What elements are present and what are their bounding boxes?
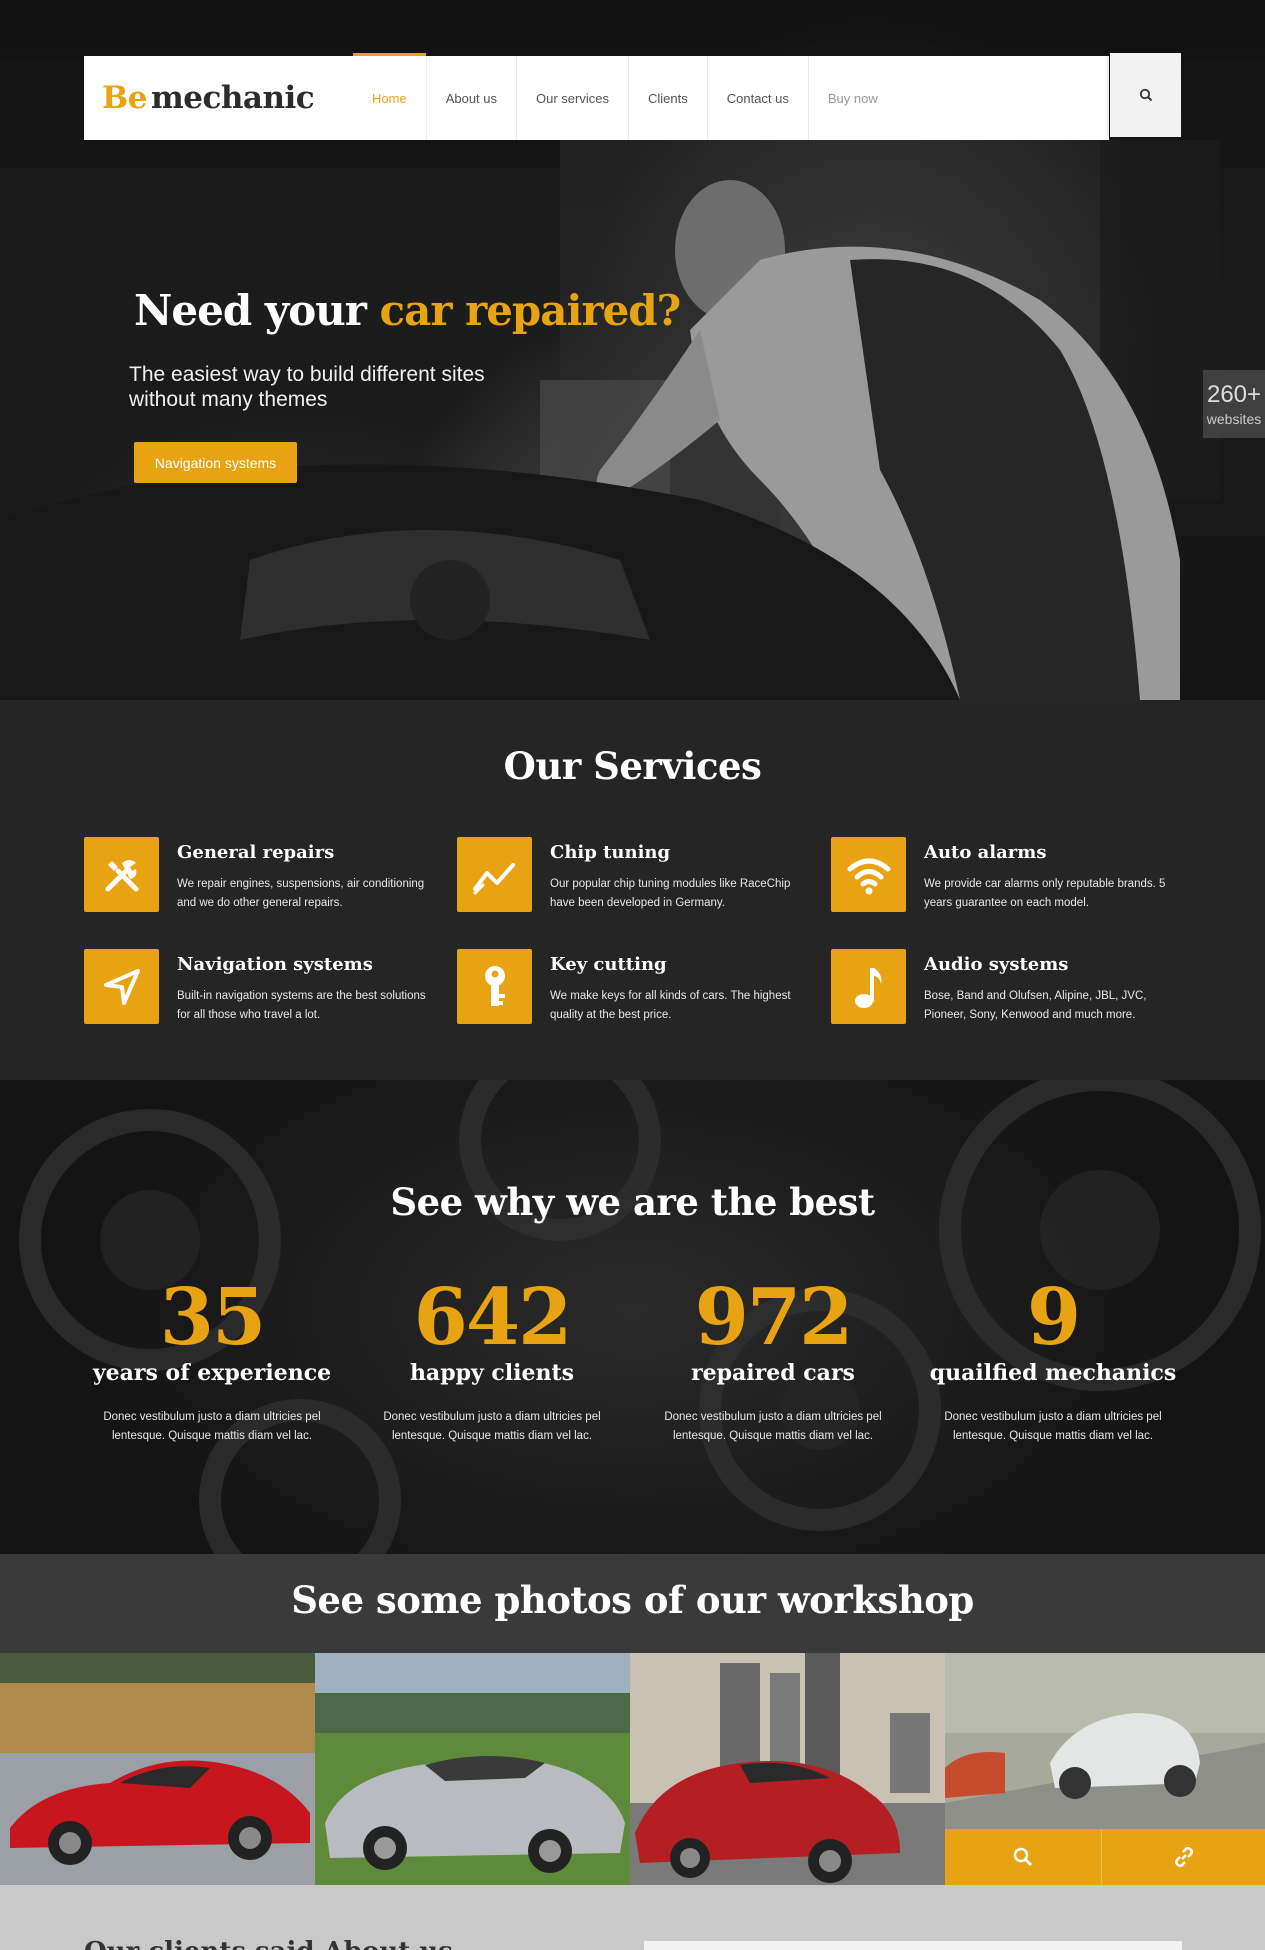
nav-item-about[interactable]: About us bbox=[427, 56, 518, 140]
logo-be: Be bbox=[102, 80, 147, 116]
nav-item-contact[interactable]: Contact us bbox=[708, 56, 809, 140]
stat-label: years of experience bbox=[92, 1360, 332, 1386]
service-desc: Bose, Band and Olufsen, Alipine, JBL, JV… bbox=[924, 990, 1147, 1021]
search-icon bbox=[1013, 1847, 1033, 1867]
stat-cars: 972 repaired cars Donec vestibulum justo… bbox=[633, 1276, 913, 1446]
nav-item-buy-now[interactable]: Buy now bbox=[809, 56, 897, 140]
navigation-arrow-icon bbox=[84, 949, 159, 1024]
stat-desc: Donec vestibulum justo a diam ultricies … bbox=[944, 1411, 1162, 1442]
service-title: Chip tuning bbox=[550, 842, 671, 863]
stat-desc: Donec vestibulum justo a diam ultricies … bbox=[383, 1411, 601, 1442]
service-title: Auto alarms bbox=[924, 842, 1047, 863]
site-logo[interactable]: Be mechanic bbox=[102, 56, 315, 140]
zoom-button[interactable] bbox=[945, 1829, 1102, 1885]
stat-number: 642 bbox=[413, 1272, 573, 1363]
service-desc: We repair engines, suspensions, air cond… bbox=[177, 878, 425, 909]
service-desc: We provide car alarms only reputable bra… bbox=[924, 878, 1166, 909]
photos-section: See some photos of our workshop bbox=[0, 1554, 1265, 1885]
hero-section: Be mechanic Home About us Our services C… bbox=[0, 0, 1265, 700]
hero-title: Need your car repaired? bbox=[134, 286, 682, 335]
stat-label: happy clients bbox=[409, 1360, 575, 1386]
photo-red-sports-car[interactable] bbox=[0, 1653, 315, 1885]
search-icon bbox=[1139, 88, 1152, 102]
service-auto-alarms: Auto alarms We provide car alarms only r… bbox=[831, 837, 1191, 913]
stat-desc: Donec vestibulum justo a diam ultricies … bbox=[664, 1411, 882, 1442]
stat-number: 35 bbox=[159, 1272, 267, 1363]
logo-mechanic: mechanic bbox=[150, 80, 315, 116]
stat-label: quailfied mechanics bbox=[929, 1360, 1177, 1386]
services-title: Our Services bbox=[503, 744, 762, 788]
photo-white-bmw-track[interactable] bbox=[945, 1653, 1265, 1885]
service-desc: Built-in navigation systems are the best… bbox=[177, 990, 426, 1021]
websites-count-badge[interactable]: 260+ websites bbox=[1203, 370, 1265, 438]
stat-desc: Donec vestibulum justo a diam ultricies … bbox=[103, 1411, 321, 1442]
tools-icon bbox=[84, 837, 159, 912]
hero-cta-button[interactable]: Navigation systems bbox=[134, 442, 297, 483]
service-desc: Our popular chip tuning modules like Rac… bbox=[550, 878, 791, 909]
stats-title: See why we are the best bbox=[390, 1180, 875, 1224]
hero-title-accent: car repaired? bbox=[379, 286, 682, 335]
service-key-cutting: Key cutting We make keys for all kinds o… bbox=[457, 949, 817, 1025]
stat-number: 9 bbox=[1026, 1272, 1081, 1363]
badge-label: websites bbox=[1206, 411, 1262, 427]
hero-subtitle: The easiest way to build different sites… bbox=[129, 363, 485, 411]
chart-line-icon bbox=[457, 837, 532, 912]
badge-number: 260+ bbox=[1206, 381, 1262, 408]
stats-section: See why we are the best 35 years of expe… bbox=[0, 1080, 1265, 1554]
stat-number: 972 bbox=[694, 1272, 854, 1363]
photo-red-coupe-city[interactable] bbox=[630, 1653, 945, 1885]
photos-title: See some photos of our workshop bbox=[291, 1578, 974, 1622]
link-button[interactable] bbox=[1102, 1829, 1265, 1885]
wifi-icon bbox=[831, 837, 906, 912]
service-title: Key cutting bbox=[550, 954, 667, 975]
service-title: Audio systems bbox=[924, 954, 1069, 975]
stat-years: 35 years of experience Donec vestibulum … bbox=[72, 1276, 352, 1446]
service-desc: We make keys for all kinds of cars. The … bbox=[550, 990, 791, 1021]
map-box bbox=[644, 1941, 1182, 1950]
service-title: General repairs bbox=[177, 842, 335, 863]
key-icon bbox=[457, 949, 532, 1024]
music-note-icon bbox=[831, 949, 906, 1024]
main-navbar: Be mechanic Home About us Our services C… bbox=[84, 53, 1109, 140]
bottom-section-title: Our clients said About us bbox=[84, 1937, 453, 1950]
nav-item-clients[interactable]: Clients bbox=[629, 56, 708, 140]
service-chip-tuning: Chip tuning Our popular chip tuning modu… bbox=[457, 837, 817, 913]
stat-mechanics: 9 quailfied mechanics Donec vestibulum j… bbox=[913, 1276, 1193, 1446]
bottom-section: Our clients said About us bbox=[0, 1885, 1265, 1950]
photo-hover-overlay bbox=[945, 1829, 1265, 1885]
service-general-repairs: General repairs We repair engines, suspe… bbox=[84, 837, 444, 913]
service-title: Navigation systems bbox=[177, 954, 373, 975]
stat-clients: 642 happy clients Donec vestibulum justo… bbox=[352, 1276, 632, 1446]
nav-item-home[interactable]: Home bbox=[353, 53, 427, 140]
link-icon bbox=[1174, 1846, 1193, 1868]
photo-silver-convertible[interactable] bbox=[315, 1653, 630, 1885]
nav-item-services[interactable]: Our services bbox=[517, 56, 629, 140]
search-button[interactable] bbox=[1110, 53, 1181, 137]
nav-menu: Home About us Our services Clients Conta… bbox=[353, 53, 897, 140]
hero-title-plain: Need your bbox=[134, 286, 380, 335]
stat-label: repaired cars bbox=[691, 1360, 855, 1386]
service-navigation-systems: Navigation systems Built-in navigation s… bbox=[84, 949, 444, 1025]
service-audio-systems: Audio systems Bose, Band and Olufsen, Al… bbox=[831, 949, 1191, 1025]
services-section: Our Services General repairs We repair e… bbox=[0, 700, 1265, 1080]
